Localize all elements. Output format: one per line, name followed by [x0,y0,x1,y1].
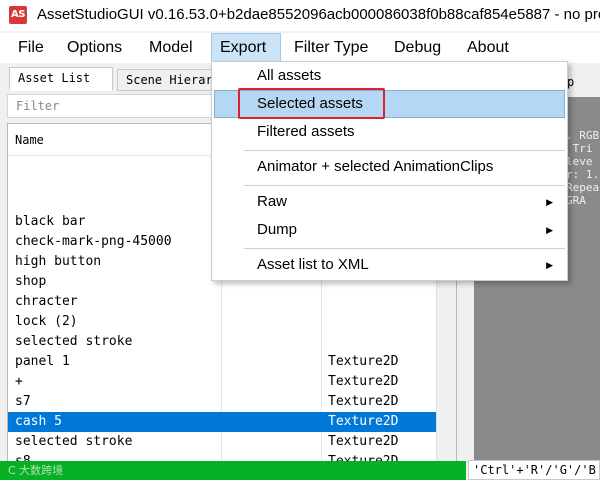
menu-debug[interactable]: Debug [386,33,449,63]
asset-type: Texture2D [328,414,399,429]
tab-scene-hierarchy[interactable]: Scene Hierarchy [117,69,213,91]
table-row[interactable]: lock (2) [8,312,436,332]
menu-separator [244,185,565,186]
menu-item-label: Asset list to XML [257,256,369,273]
menu-item-all-assets[interactable]: All assets [214,62,565,90]
asset-type: Texture2D [328,434,399,449]
menu-filter-type[interactable]: Filter Type [286,33,376,63]
menu-bar: File Options Model Export Filter Type De… [0,33,600,63]
asset-name: cash 5 [15,414,62,429]
asset-name: selected stroke [15,334,133,349]
asset-name: check-mark-png-45000 [15,234,172,249]
submenu-arrow-icon: ▶ [546,260,553,270]
menu-model[interactable]: Model [141,33,201,63]
asset-type: Texture2D [328,354,399,369]
menu-item-filtered-assets[interactable]: Filtered assets [214,118,565,146]
asset-name: + [15,374,23,389]
info-line: GRA [566,194,586,207]
menu-item-label: Animator + selected AnimationClips [257,158,494,175]
watermark-text: C 大数跨境 [8,464,64,477]
info-line: . RGB [566,129,600,142]
status-bar: C 大数跨境 [0,461,466,480]
info-line: r: 1. [566,168,600,181]
annotation-highlight-box [238,88,385,119]
asset-name: panel 1 [15,354,70,369]
app-logo-icon: AS [9,6,27,24]
asset-name: selected stroke [15,434,133,449]
asset-name: s7 [15,394,31,409]
window-title: AssetStudioGUI v0.16.53.0+b2dae8552096ac… [37,6,600,23]
title-bar: AS AssetStudioGUI v0.16.53.0+b2dae855209… [0,0,600,31]
table-row[interactable]: s7 Texture2D [8,392,436,412]
table-row[interactable]: selected stroke Texture2D [8,432,436,452]
asset-name: black bar [15,214,86,229]
menu-separator [244,248,565,249]
channel-hint: 'Ctrl'+'R'/'G'/'B'/'A [468,460,600,480]
info-line: Repea [566,181,600,194]
menu-separator [244,150,565,151]
menu-item-dump[interactable]: Dump ▶ [214,216,565,244]
menu-export[interactable]: Export [211,33,281,63]
tab-asset-list[interactable]: Asset List [9,67,113,91]
table-row-selected[interactable]: cash 5 Texture2D [8,412,436,432]
menu-about[interactable]: About [459,33,517,63]
info-line: leve [566,155,593,168]
asset-name: high button [15,254,102,269]
asset-type: Texture2D [328,374,399,389]
tab-dump-fragment[interactable]: p [563,71,600,93]
submenu-arrow-icon: ▶ [546,197,553,207]
table-row[interactable]: selected stroke [8,332,436,352]
submenu-arrow-icon: ▶ [546,225,553,235]
table-row[interactable]: panel 1 Texture2D [8,352,436,372]
asset-name: lock (2) [15,314,78,329]
menu-item-label: All assets [257,67,322,84]
menu-item-animator-clips[interactable]: Animator + selected AnimationClips [214,153,565,181]
table-row[interactable]: chracter [8,292,436,312]
asset-type: Texture2D [328,394,399,409]
menu-options[interactable]: Options [59,33,130,63]
menu-item-asset-list-xml[interactable]: Asset list to XML ▶ [214,251,565,279]
menu-item-label: Filtered assets [257,123,355,140]
menu-item-label: Raw [257,193,288,210]
asset-info-text: . RGB Tri leve r: 1. Repea GRA [566,129,599,207]
info-line: Tri [566,142,593,155]
table-row[interactable]: + Texture2D [8,372,436,392]
menu-file[interactable]: File [10,33,52,63]
column-header-name[interactable]: Name [8,124,221,156]
asset-name: shop [15,274,47,289]
menu-item-raw[interactable]: Raw ▶ [214,188,565,216]
asset-name: chracter [15,294,78,309]
menu-item-label: Dump [257,221,298,238]
